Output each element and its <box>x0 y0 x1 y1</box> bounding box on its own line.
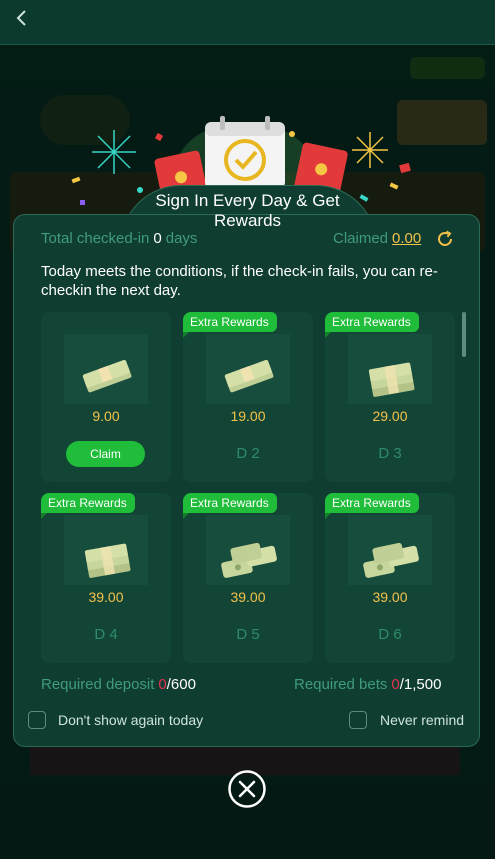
cash-stack-icon <box>84 543 131 578</box>
reward-image <box>348 334 432 404</box>
extra-rewards-badge: Extra Rewards <box>183 312 277 338</box>
day-card-1[interactable]: 9.00 Claim <box>41 312 171 482</box>
check-in-notice: Today meets the conditions, if the check… <box>41 263 438 299</box>
cash-stack-icon <box>221 542 277 578</box>
refresh-icon[interactable] <box>435 229 455 249</box>
required-deposit-current: 0 <box>158 676 167 693</box>
total-checked-in: Total checked-in 0 days <box>41 230 197 247</box>
total-checked-in-value: 0 <box>153 230 162 247</box>
claimed-value: 0.00 <box>392 230 422 247</box>
required-deposit-label: Required deposit <box>41 676 155 693</box>
required-bets-total: /1,500 <box>399 676 442 693</box>
chevron-left-icon[interactable] <box>10 6 34 30</box>
never-remind-label[interactable]: Never remind <box>380 712 464 728</box>
required-deposit-total: /600 <box>166 676 196 693</box>
claim-button[interactable]: Claim <box>66 441 145 467</box>
day-card-5[interactable]: Extra Rewards 39.00 D 5 <box>183 493 313 663</box>
dont-show-checkbox[interactable] <box>28 711 46 729</box>
extra-rewards-badge: Extra Rewards <box>325 312 419 338</box>
top-bar <box>0 0 495 45</box>
total-checked-in-unit: days <box>165 230 198 247</box>
cash-stack-icon <box>363 542 419 578</box>
dont-show-label[interactable]: Don't show again today <box>58 712 203 728</box>
extra-rewards-badge: Extra Rewards <box>41 493 135 519</box>
claimed-label: Claimed <box>333 230 389 247</box>
day-label: D 5 <box>236 626 260 643</box>
reward-amount: 9.00 <box>92 408 120 424</box>
extra-rewards-badge: Extra Rewards <box>183 493 277 519</box>
total-checked-in-label: Total checked-in <box>41 230 150 247</box>
day-card-4[interactable]: Extra Rewards 39.00 D 4 <box>41 493 171 663</box>
modal-title: Sign In Every Day & Get Rewards <box>155 191 340 230</box>
cash-stack-icon <box>224 359 274 393</box>
scrollbar-thumb[interactable] <box>462 312 466 357</box>
reward-amount: 19.00 <box>230 408 266 424</box>
day-card-6[interactable]: Extra Rewards 39.00 D 6 <box>325 493 455 663</box>
reward-image <box>64 515 148 585</box>
reward-image <box>348 515 432 585</box>
cash-stack-icon <box>82 359 132 393</box>
required-bets-label: Required bets <box>294 676 388 693</box>
extra-rewards-badge: Extra Rewards <box>325 493 419 519</box>
reward-amount: 39.00 <box>372 589 408 605</box>
required-bets-current: 0 <box>391 676 400 693</box>
day-label: D 6 <box>378 626 402 643</box>
claimed-amount: Claimed 0.00 <box>333 230 421 247</box>
cash-stack-icon <box>368 362 415 397</box>
close-circle-icon[interactable] <box>227 769 267 809</box>
reward-amount: 39.00 <box>230 589 266 605</box>
reward-image <box>206 515 290 585</box>
required-bets: Required bets 0/1,500 <box>294 676 441 693</box>
reward-image <box>206 334 290 404</box>
day-card-2[interactable]: Extra Rewards 19.00 D 2 <box>183 312 313 482</box>
required-deposit: Required deposit 0/600 <box>41 676 196 693</box>
day-label: D 3 <box>378 445 402 462</box>
never-remind-checkbox[interactable] <box>349 711 367 729</box>
reward-image <box>64 334 148 404</box>
day-label: D 4 <box>94 626 118 643</box>
reward-amount: 39.00 <box>88 589 124 605</box>
day-label: D 2 <box>236 445 260 462</box>
day-card-3[interactable]: Extra Rewards 29.00 D 3 <box>325 312 455 482</box>
reward-amount: 29.00 <box>372 408 408 424</box>
